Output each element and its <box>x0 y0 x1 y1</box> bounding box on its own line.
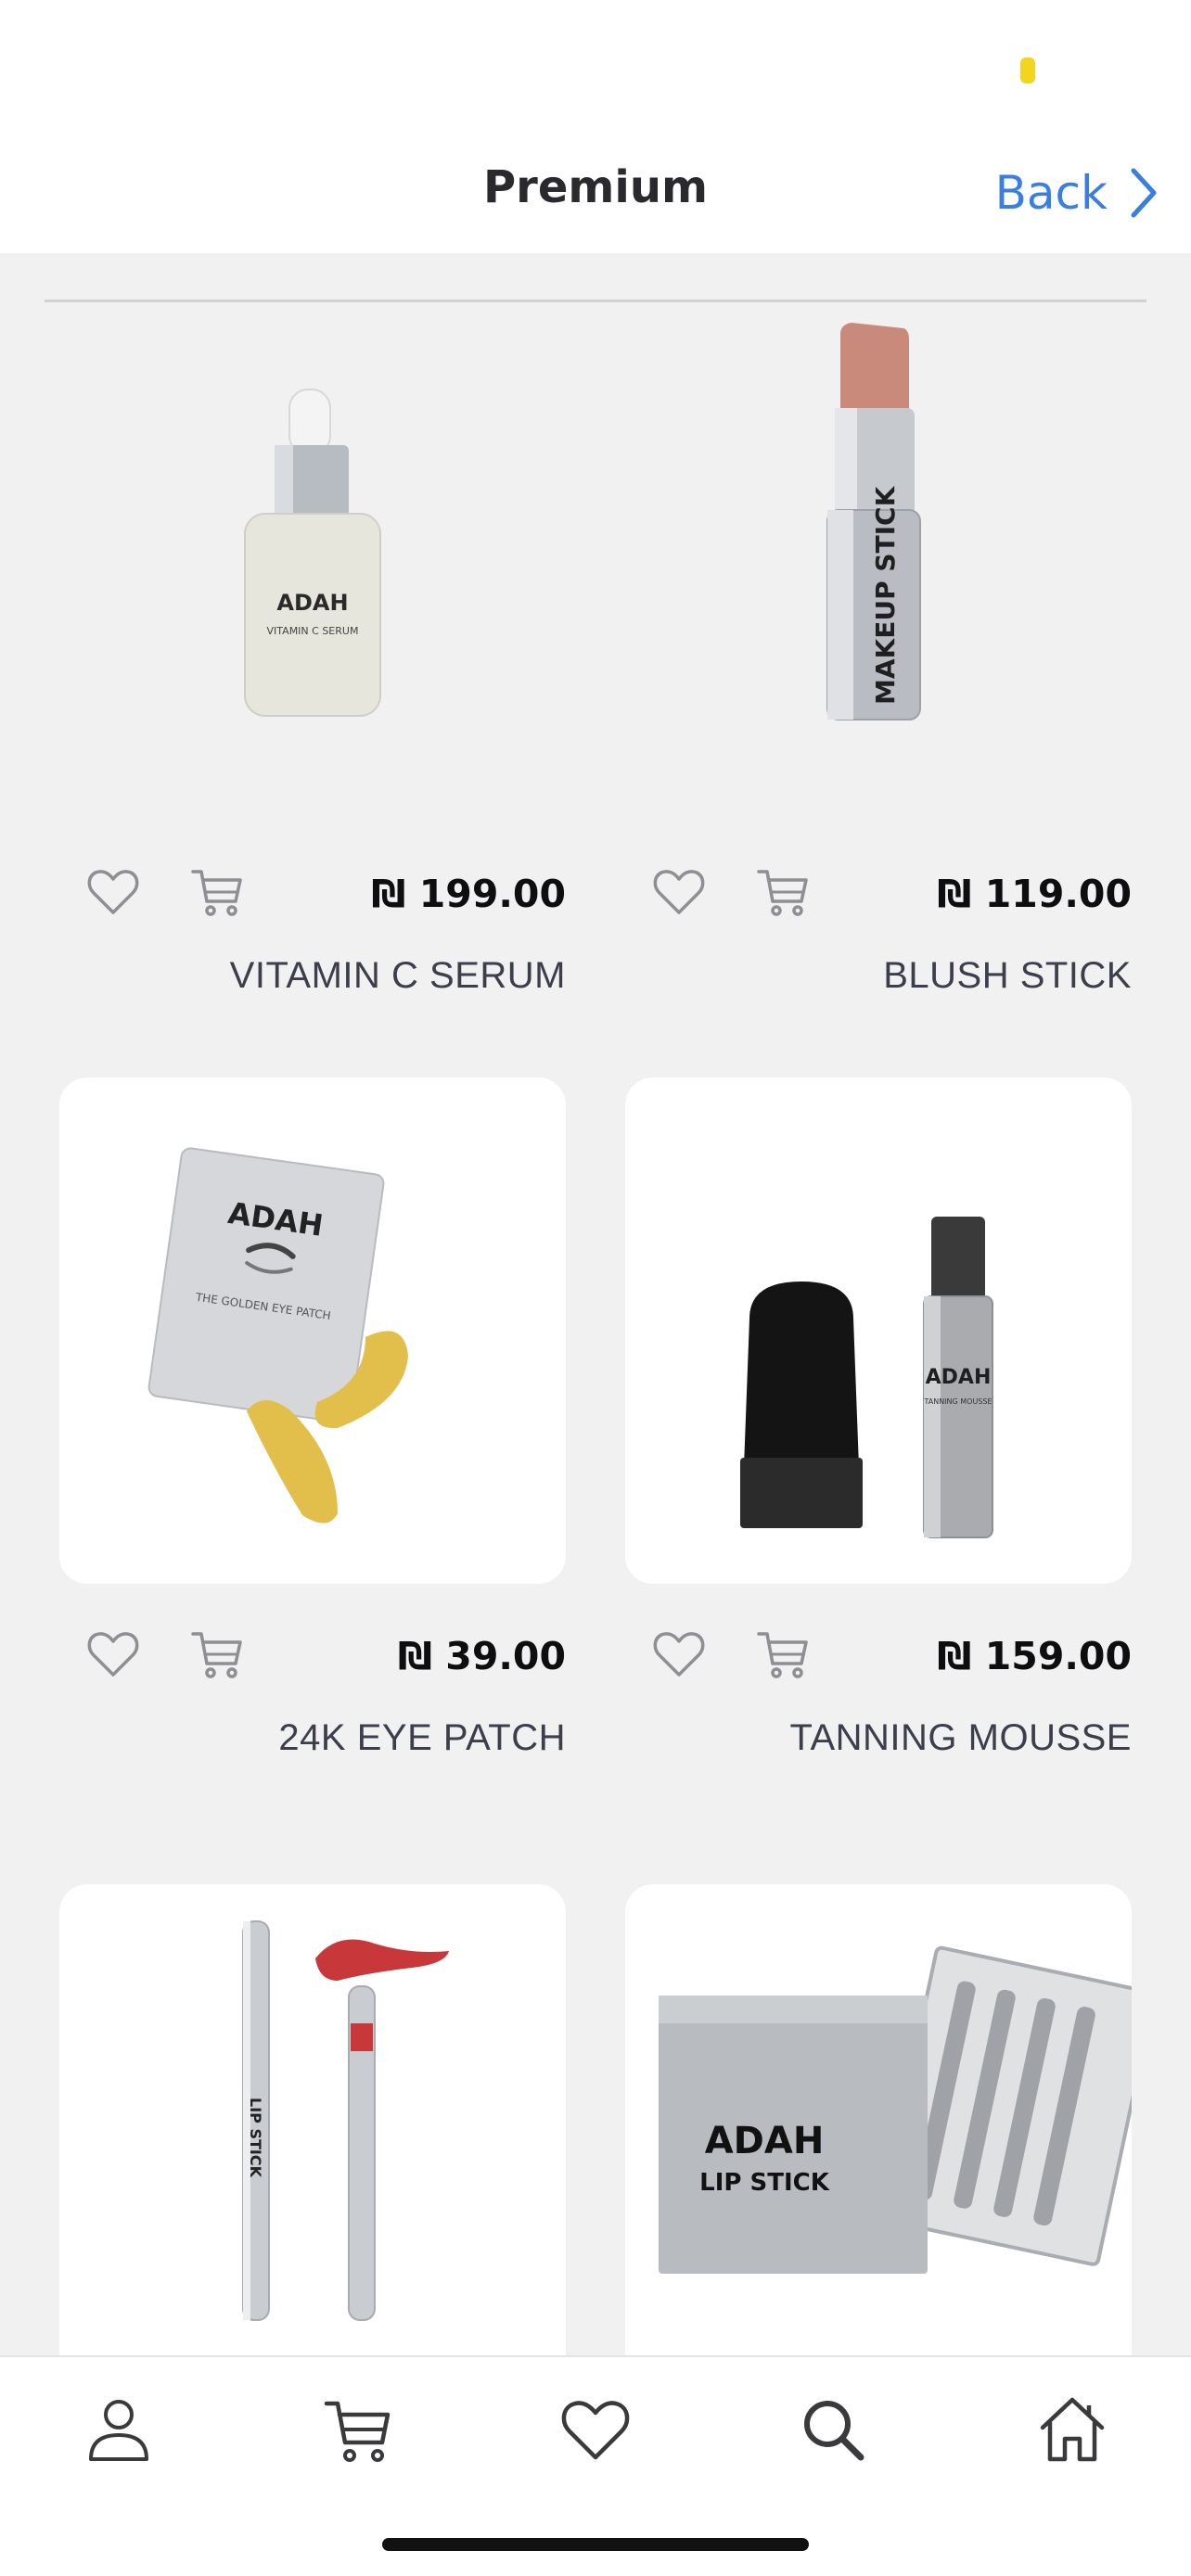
blush-stick-image: MAKEUP STICK <box>826 323 921 721</box>
heart-icon[interactable] <box>651 864 707 920</box>
home-icon[interactable] <box>1035 2392 1109 2467</box>
profile-icon[interactable] <box>82 2392 156 2467</box>
back-button[interactable]: Back <box>995 154 1158 232</box>
box-sublabel: LIP STICK <box>699 2169 830 2197</box>
lip-stick-pens-image: LIP STICK <box>242 1920 449 2321</box>
heart-icon[interactable] <box>85 1626 141 1682</box>
search-icon[interactable] <box>796 2392 870 2467</box>
cart-icon[interactable] <box>189 864 245 920</box>
cart-icon[interactable] <box>755 1626 811 1682</box>
heart-icon[interactable] <box>558 2392 633 2467</box>
divider <box>45 300 1146 302</box>
header-bar: Premium Back <box>0 0 1191 253</box>
product-name[interactable]: TANNING MOUSSE <box>789 1717 1132 1759</box>
product-name[interactable]: BLUSH STICK <box>883 955 1132 997</box>
product-image[interactable]: ADAH VITAMIN C SERUM <box>59 315 566 822</box>
product-image[interactable]: MAKEUP STICK <box>625 315 1132 822</box>
mousse-sublabel: TANNING MOUSSE <box>923 1397 992 1406</box>
back-label: Back <box>994 166 1108 220</box>
product-name[interactable]: VITAMIN C SERUM <box>230 955 566 997</box>
mousse-label: ADAH <box>926 1366 992 1389</box>
card-actions: ₪ 159.00 <box>625 1626 1132 1701</box>
heart-icon[interactable] <box>85 864 141 920</box>
cart-icon[interactable] <box>755 864 811 920</box>
pen-label: LIP STICK <box>247 2098 264 2178</box>
product-price: ₪ 39.00 <box>397 1634 566 1678</box>
cart-icon[interactable] <box>189 1626 245 1682</box>
chevron-right-icon <box>1131 168 1157 218</box>
home-indicator <box>382 2538 809 2551</box>
bottle-sublabel: VITAMIN C SERUM <box>267 625 359 637</box>
heart-icon[interactable] <box>651 1626 707 1682</box>
card-actions: ₪ 39.00 <box>59 1626 566 1701</box>
card-actions: ₪ 199.00 <box>59 864 566 938</box>
bottle-label: ADAH <box>276 590 348 616</box>
tanning-mousse-image: ADAH TANNING MOUSSE <box>740 1217 993 1538</box>
cart-icon[interactable] <box>321 2392 395 2467</box>
lip-stick-box-image: ADAH LIP STICK <box>659 1945 1132 2274</box>
box-label: ADAH <box>705 2120 825 2162</box>
status-indicator <box>1020 57 1035 83</box>
card-actions: ₪ 119.00 <box>625 864 1132 938</box>
product-price: ₪ 159.00 <box>937 1634 1132 1678</box>
product-price: ₪ 119.00 <box>937 872 1132 916</box>
serum-bottle-image: ADAH VITAMIN C SERUM <box>244 389 381 717</box>
product-price: ₪ 199.00 <box>371 872 566 916</box>
product-image[interactable]: LIP STICK <box>59 1884 566 2391</box>
product-name[interactable]: 24K EYE PATCH <box>278 1717 566 1759</box>
eye-patch-image: ADAH THE GOLDEN EYE PATCH <box>147 1147 408 1524</box>
product-image[interactable]: ADAH LIP STICK <box>625 1884 1132 2391</box>
product-image[interactable]: ADAH TANNING MOUSSE <box>625 1078 1132 1584</box>
product-image[interactable]: ADAH THE GOLDEN EYE PATCH <box>59 1078 566 1584</box>
stick-label: MAKEUP STICK <box>870 485 901 705</box>
screen: Premium Back ADAH VITAMIN C SERUM ₪ 199.… <box>0 0 1191 2576</box>
